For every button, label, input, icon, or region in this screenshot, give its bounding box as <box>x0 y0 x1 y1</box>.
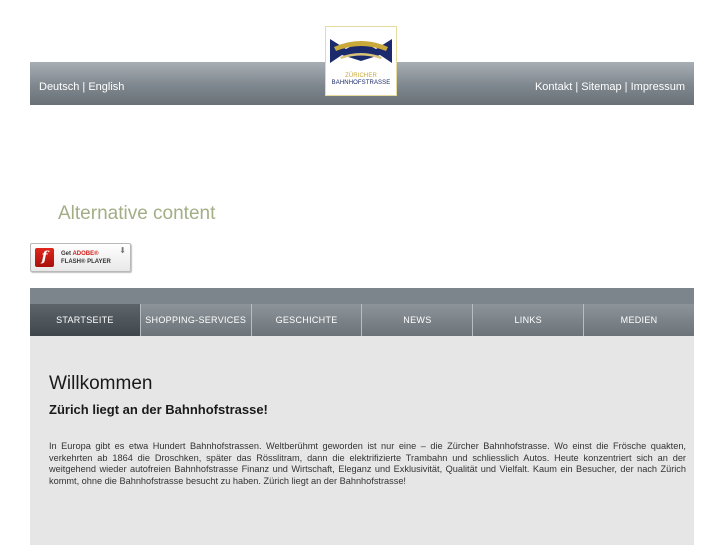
flash-adobe-word: ADOBE® <box>72 251 99 257</box>
main-content: Willkommen Zürich liegt an der Bahnhofst… <box>30 336 694 545</box>
site-logo[interactable]: ZÜRICHER BAHNHOFSTRASSE <box>325 26 397 96</box>
flash-logo-icon: f <box>35 248 54 267</box>
top-link-separator: | <box>572 81 582 93</box>
nav-item-medien[interactable]: MEDIEN <box>583 304 694 336</box>
flash-get-label: Get ADOBE® <box>61 251 99 257</box>
top-link-separator: | <box>621 81 631 93</box>
download-arrow-icon: ⬇ <box>119 246 126 255</box>
flash-player-label: FLASH® PLAYER <box>61 259 111 265</box>
nav-top-strip <box>30 288 694 304</box>
kontakt-link[interactable]: Kontakt <box>535 81 572 93</box>
lang-deutsch-link[interactable]: Deutsch <box>39 81 79 93</box>
sitemap-link[interactable]: Sitemap <box>581 81 621 93</box>
nav-item-links[interactable]: LINKS <box>472 304 584 336</box>
get-flash-player-button[interactable]: f Get ADOBE® FLASH® PLAYER ⬇ <box>30 243 131 272</box>
logo-text-bottom: BAHNHOFSTRASSE <box>331 80 391 86</box>
logo-text-top: ZÜRICHER <box>345 73 377 79</box>
lang-separator: | <box>79 81 89 93</box>
nav-item-geschichte[interactable]: GESCHICHTE <box>250 304 362 336</box>
bridge-logo-icon <box>330 39 392 63</box>
page-title: Willkommen <box>49 373 153 394</box>
nav-item-startseite[interactable]: STARTSEITE <box>30 304 140 336</box>
impressum-link[interactable]: Impressum <box>631 81 685 93</box>
language-switcher: Deutsch | English <box>39 81 124 93</box>
main-navigation: STARTSEITE SHOPPING-SERVICES GESCHICHTE … <box>30 304 694 336</box>
flash-get-word: Get <box>61 251 72 257</box>
intro-paragraph: In Europa gibt es etwa Hundert Bahnhofst… <box>49 441 686 486</box>
lang-english-link[interactable]: English <box>88 81 124 93</box>
top-links: Kontakt | Sitemap | Impressum <box>535 81 685 93</box>
alternative-content-text: Alternative content <box>58 203 216 224</box>
nav-item-shopping-services[interactable]: SHOPPING-SERVICES <box>139 304 251 336</box>
page-subtitle: Zürich liegt an der Bahnhofstrasse! <box>49 402 268 417</box>
nav-item-news[interactable]: NEWS <box>361 304 473 336</box>
